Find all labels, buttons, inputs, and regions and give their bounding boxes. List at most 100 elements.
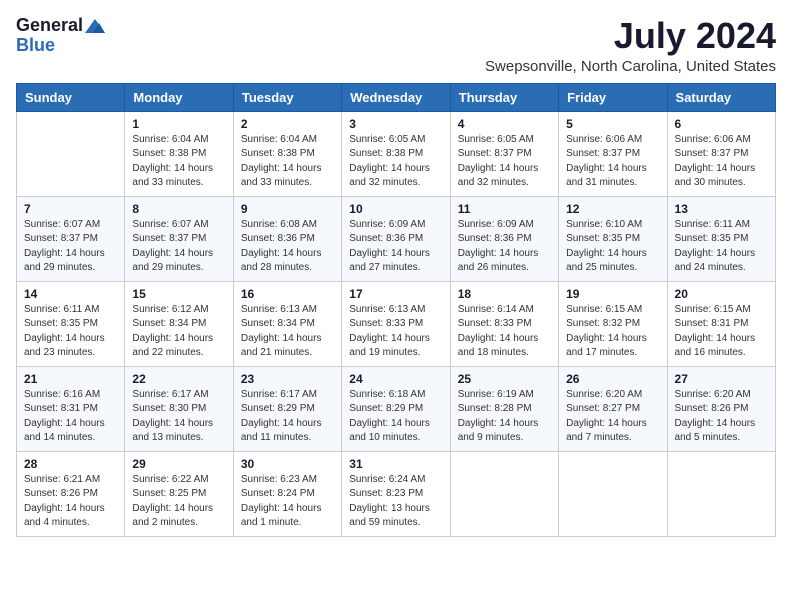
day-number: 3 <box>349 117 442 131</box>
day-detail: Sunrise: 6:04 AMSunset: 8:38 PMDaylight:… <box>132 133 225 191</box>
calendar-cell <box>559 451 667 536</box>
day-number: 5 <box>566 117 659 131</box>
day-detail: Sunrise: 6:10 AMSunset: 8:35 PMDaylight:… <box>566 218 659 276</box>
day-detail: Sunrise: 6:07 AMSunset: 8:37 PMDaylight:… <box>24 218 117 276</box>
calendar-week-row: 1 Sunrise: 6:04 AMSunset: 8:38 PMDaylight… <box>17 111 776 196</box>
calendar-header-row: SundayMondayTuesdayWednesdayThursdayFrid… <box>17 83 776 111</box>
calendar-cell: 26 Sunrise: 6:20 AMSunset: 8:27 PMDayligh… <box>559 366 667 451</box>
day-number: 18 <box>458 287 551 301</box>
day-detail: Sunrise: 6:13 AMSunset: 8:34 PMDaylight:… <box>241 303 334 361</box>
calendar-cell: 27Sunrise: 6:20 AMSunset: 8:26 PMDayligh… <box>667 366 775 451</box>
day-detail: Sunrise: 6:21 AMSunset: 8:26 PMDaylight:… <box>24 473 117 531</box>
calendar-cell <box>450 451 558 536</box>
calendar-cell: 25Sunrise: 6:19 AMSunset: 8:28 PMDayligh… <box>450 366 558 451</box>
day-number: 19 <box>566 287 659 301</box>
calendar-cell: 8Sunrise: 6:07 AMSunset: 8:37 PMDaylight… <box>125 196 233 281</box>
calendar-cell: 20Sunrise: 6:15 AMSunset: 8:31 PMDayligh… <box>667 281 775 366</box>
calendar-cell: 21Sunrise: 6:16 AMSunset: 8:31 PMDayligh… <box>17 366 125 451</box>
calendar-cell: 4 Sunrise: 6:05 AMSunset: 8:37 PMDaylight… <box>450 111 558 196</box>
day-number: 22 <box>132 372 225 386</box>
logo-icon <box>85 19 105 33</box>
day-detail: Sunrise: 6:17 AMSunset: 8:29 PMDaylight:… <box>241 388 334 446</box>
header-sunday: Sunday <box>17 83 125 111</box>
day-detail: Sunrise: 6:05 AMSunset: 8:38 PMDaylight:… <box>349 133 442 191</box>
day-number: 26 <box>566 372 659 386</box>
header-thursday: Thursday <box>450 83 558 111</box>
calendar-cell: 23 Sunrise: 6:17 AMSunset: 8:29 PMDayligh… <box>233 366 341 451</box>
calendar-cell: 1 Sunrise: 6:04 AMSunset: 8:38 PMDaylight… <box>125 111 233 196</box>
day-detail: Sunrise: 6:08 AMSunset: 8:36 PMDaylight:… <box>241 218 334 276</box>
title-block: July 2024 Swepsonville, North Carolina, … <box>485 16 776 75</box>
day-number: 7 <box>24 202 117 216</box>
day-detail: Sunrise: 6:09 AMSunset: 8:36 PMDaylight:… <box>349 218 442 276</box>
day-number: 17 <box>349 287 442 301</box>
calendar-week-row: 21Sunrise: 6:16 AMSunset: 8:31 PMDayligh… <box>17 366 776 451</box>
day-number: 10 <box>349 202 442 216</box>
calendar-cell: 15 Sunrise: 6:12 AMSunset: 8:34 PMDayligh… <box>125 281 233 366</box>
day-detail: Sunrise: 6:11 AMSunset: 8:35 PMDaylight:… <box>24 303 117 361</box>
day-detail: Sunrise: 6:18 AMSunset: 8:29 PMDaylight:… <box>349 388 442 446</box>
day-detail: Sunrise: 6:15 AMSunset: 8:32 PMDaylight:… <box>566 303 659 361</box>
day-detail: Sunrise: 6:06 AMSunset: 8:37 PMDaylight:… <box>566 133 659 191</box>
calendar-cell: 17 Sunrise: 6:13 AMSunset: 8:33 PMDayligh… <box>342 281 450 366</box>
day-number: 28 <box>24 457 117 471</box>
day-number: 6 <box>675 117 768 131</box>
calendar-week-row: 7 Sunrise: 6:07 AMSunset: 8:37 PMDaylight… <box>17 196 776 281</box>
day-number: 25 <box>458 372 551 386</box>
header-wednesday: Wednesday <box>342 83 450 111</box>
day-number: 14 <box>24 287 117 301</box>
calendar-cell: 24Sunrise: 6:18 AMSunset: 8:29 PMDayligh… <box>342 366 450 451</box>
calendar-cell: 31 Sunrise: 6:24 AMSunset: 8:23 PMDayligh… <box>342 451 450 536</box>
calendar-cell: 3 Sunrise: 6:05 AMSunset: 8:38 PMDaylight… <box>342 111 450 196</box>
calendar-cell: 19 Sunrise: 6:15 AMSunset: 8:32 PMDayligh… <box>559 281 667 366</box>
calendar-cell: 16 Sunrise: 6:13 AMSunset: 8:34 PMDayligh… <box>233 281 341 366</box>
day-number: 16 <box>241 287 334 301</box>
calendar-week-row: 28 Sunrise: 6:21 AMSunset: 8:26 PMDayligh… <box>17 451 776 536</box>
day-detail: Sunrise: 6:06 AMSunset: 8:37 PMDaylight:… <box>675 133 768 191</box>
calendar-week-row: 14 Sunrise: 6:11 AMSunset: 8:35 PMDayligh… <box>17 281 776 366</box>
day-detail: Sunrise: 6:24 AMSunset: 8:23 PMDaylight:… <box>349 473 442 531</box>
calendar-cell: 22 Sunrise: 6:17 AMSunset: 8:30 PMDayligh… <box>125 366 233 451</box>
calendar-cell: 12 Sunrise: 6:10 AMSunset: 8:35 PMDayligh… <box>559 196 667 281</box>
day-detail: Sunrise: 6:16 AMSunset: 8:31 PMDaylight:… <box>24 388 117 446</box>
day-detail: Sunrise: 6:05 AMSunset: 8:37 PMDaylight:… <box>458 133 551 191</box>
day-number: 11 <box>458 202 551 216</box>
day-number: 13 <box>675 202 768 216</box>
day-number: 20 <box>675 287 768 301</box>
logo-blue-text: Blue <box>16 36 55 56</box>
calendar-cell: 11Sunrise: 6:09 AMSunset: 8:36 PMDayligh… <box>450 196 558 281</box>
header-friday: Friday <box>559 83 667 111</box>
calendar-cell: 18 Sunrise: 6:14 AMSunset: 8:33 PMDayligh… <box>450 281 558 366</box>
day-number: 15 <box>132 287 225 301</box>
calendar-cell: 5 Sunrise: 6:06 AMSunset: 8:37 PMDaylight… <box>559 111 667 196</box>
header-saturday: Saturday <box>667 83 775 111</box>
day-number: 1 <box>132 117 225 131</box>
calendar-cell: 13 Sunrise: 6:11 AMSunset: 8:35 PMDayligh… <box>667 196 775 281</box>
day-detail: Sunrise: 6:23 AMSunset: 8:24 PMDaylight:… <box>241 473 334 531</box>
day-number: 31 <box>349 457 442 471</box>
day-detail: Sunrise: 6:20 AMSunset: 8:27 PMDaylight:… <box>566 388 659 446</box>
day-detail: Sunrise: 6:12 AMSunset: 8:34 PMDaylight:… <box>132 303 225 361</box>
subtitle: Swepsonville, North Carolina, United Sta… <box>485 58 776 75</box>
calendar-cell: 7 Sunrise: 6:07 AMSunset: 8:37 PMDaylight… <box>17 196 125 281</box>
day-detail: Sunrise: 6:22 AMSunset: 8:25 PMDaylight:… <box>132 473 225 531</box>
calendar-cell: 14 Sunrise: 6:11 AMSunset: 8:35 PMDayligh… <box>17 281 125 366</box>
calendar-cell: 29 Sunrise: 6:22 AMSunset: 8:25 PMDayligh… <box>125 451 233 536</box>
day-detail: Sunrise: 6:04 AMSunset: 8:38 PMDaylight:… <box>241 133 334 191</box>
main-title: July 2024 <box>485 16 776 56</box>
day-number: 27 <box>675 372 768 386</box>
day-number: 30 <box>241 457 334 471</box>
day-detail: Sunrise: 6:17 AMSunset: 8:30 PMDaylight:… <box>132 388 225 446</box>
day-number: 12 <box>566 202 659 216</box>
day-number: 29 <box>132 457 225 471</box>
day-number: 4 <box>458 117 551 131</box>
day-detail: Sunrise: 6:14 AMSunset: 8:33 PMDaylight:… <box>458 303 551 361</box>
day-detail: Sunrise: 6:07 AMSunset: 8:37 PMDaylight:… <box>132 218 225 276</box>
calendar-cell: 2Sunrise: 6:04 AMSunset: 8:38 PMDaylight… <box>233 111 341 196</box>
day-detail: Sunrise: 6:11 AMSunset: 8:35 PMDaylight:… <box>675 218 768 276</box>
day-number: 23 <box>241 372 334 386</box>
calendar-cell: 6 Sunrise: 6:06 AMSunset: 8:37 PMDaylight… <box>667 111 775 196</box>
calendar-cell: 30 Sunrise: 6:23 AMSunset: 8:24 PMDayligh… <box>233 451 341 536</box>
header-monday: Monday <box>125 83 233 111</box>
day-detail: Sunrise: 6:13 AMSunset: 8:33 PMDaylight:… <box>349 303 442 361</box>
